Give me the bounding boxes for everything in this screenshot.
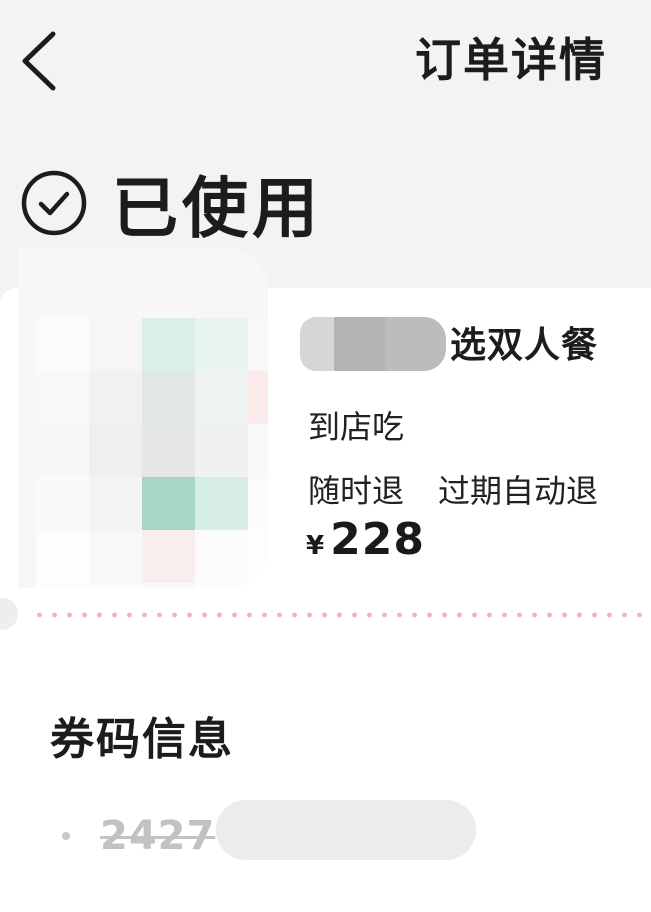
thumbnail-mosaic — [36, 318, 268, 588]
coupon-code-blur — [216, 800, 476, 860]
refund-tag-expired: 过期自动退 — [438, 472, 599, 510]
check-circle-icon — [21, 170, 87, 236]
coupon-code-row[interactable]: 2427 — [62, 808, 215, 864]
bullet-dot — [62, 832, 70, 840]
header: 订单详情 — [0, 0, 651, 120]
refund-tag-anytime: 随时退 — [308, 472, 405, 510]
page-title: 订单详情 — [415, 33, 607, 87]
chevron-left-icon[interactable] — [19, 30, 59, 92]
refund-tags: 随时退 过期自动退 — [308, 468, 598, 514]
currency-symbol: ¥ — [306, 531, 325, 561]
deal-thumbnail[interactable] — [18, 248, 268, 588]
dine-type-label: 到店吃 — [308, 408, 405, 446]
coupon-code[interactable]: 2427 — [100, 813, 215, 859]
deal-title-blur — [300, 312, 460, 376]
dotted-divider — [32, 612, 651, 618]
status-label: 已使用 — [112, 170, 322, 247]
status-row: 已使用 — [20, 158, 322, 248]
price-value: 228 — [330, 514, 425, 565]
coupon-section-title: 券码信息 — [50, 714, 234, 765]
back-button[interactable] — [14, 26, 64, 96]
deal-title-suffix: 选双人餐 — [450, 325, 599, 366]
price: ¥ 228 — [306, 514, 425, 565]
